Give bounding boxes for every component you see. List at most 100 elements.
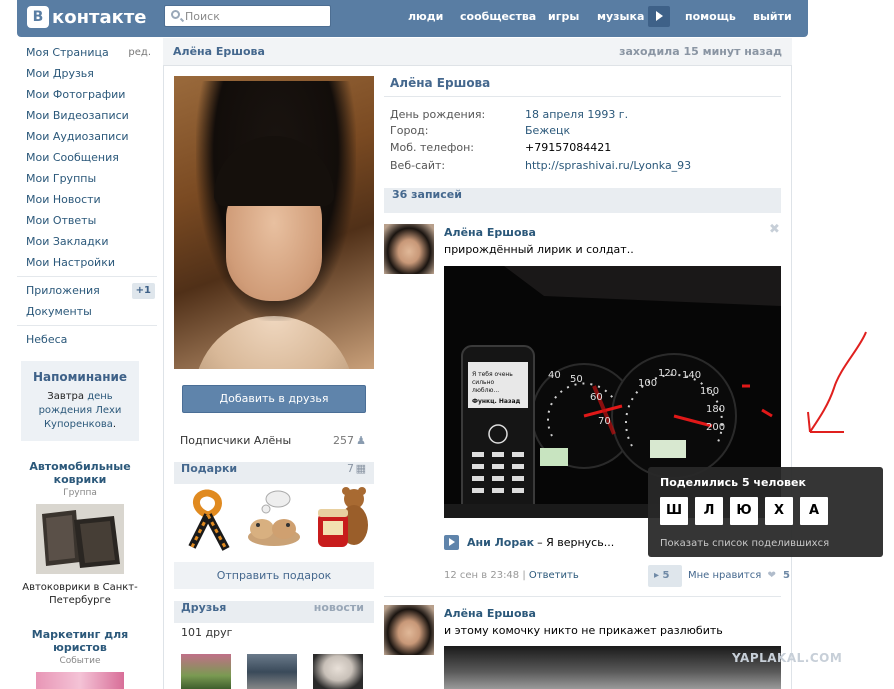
nav-people[interactable]: люди — [408, 10, 443, 23]
friends-label: Друзья — [181, 601, 227, 614]
profile-name: Алёна Ершова — [390, 76, 491, 90]
website-link[interactable]: http://sprashivai.ru/Lyonka_93 — [525, 159, 691, 172]
info-key: Город: — [390, 124, 429, 137]
info-key: Моб. телефон: — [390, 141, 475, 154]
nav-help[interactable]: помощь — [685, 10, 736, 23]
vk-logo[interactable]: B контакте — [27, 4, 146, 30]
gift-kittens[interactable] — [240, 485, 308, 553]
sidebar-item-apps[interactable]: Приложения +1 — [17, 280, 157, 301]
sidebar-item-documents[interactable]: Документы — [17, 301, 157, 322]
sidebar-item-groups[interactable]: Мои Группы — [17, 168, 157, 189]
svg-text:180: 180 — [706, 404, 725, 415]
nav-games[interactable]: игры — [548, 10, 579, 23]
gift-bear-icon — [318, 487, 368, 547]
last-seen: заходила 15 минут назад — [619, 45, 782, 58]
play-icon[interactable] — [444, 534, 459, 550]
like-button[interactable]: Мне нравится ❤ 5 — [688, 570, 790, 581]
search-box[interactable] — [164, 5, 331, 27]
sidebar-item-messages[interactable]: Мои Сообщения — [17, 147, 157, 168]
player-play-icon[interactable] — [648, 6, 670, 27]
svg-text:70: 70 — [598, 416, 611, 427]
close-icon[interactable]: ✖ — [769, 222, 780, 237]
show-sharers-link[interactable]: Показать список поделившихся — [660, 538, 829, 549]
ad-title[interactable]: Маркетинг для юристов — [21, 628, 139, 654]
sidebar-item-settings[interactable]: Мои Настройки — [17, 252, 157, 273]
share-button[interactable]: ▸ 5 — [648, 565, 682, 587]
svg-text:200: 200 — [706, 422, 725, 433]
nav-music[interactable]: музыка — [597, 10, 644, 23]
sidebar-item-friends[interactable]: Мои Друзья — [17, 63, 157, 84]
post-author-avatar[interactable] — [384, 224, 434, 274]
ad-text: Автоковрики в Санкт-Петербурге — [22, 582, 138, 606]
ad-title[interactable]: Автомобильные коврики — [21, 460, 139, 486]
edit-link[interactable]: ред. — [128, 42, 151, 63]
send-gift-button[interactable]: Отправить подарок — [174, 562, 374, 589]
nav-communities[interactable]: сообщества — [460, 10, 536, 23]
birthday-link[interactable]: 18 апреля 1993 г. — [525, 108, 628, 121]
sidebar-item-answers[interactable]: Мои Ответы — [17, 210, 157, 231]
info-value: http://sprashivai.ru/Lyonka_93 — [525, 157, 691, 175]
sharer-avatar[interactable]: Х — [765, 497, 793, 525]
shares-tooltip: Поделились 5 человек Ш Л Ю Х А Показать … — [648, 467, 883, 557]
city-link[interactable]: Бежецк — [525, 124, 570, 137]
followers-row[interactable]: Подписчики Алёны 257 ♟ — [174, 431, 374, 451]
gift-ribbon[interactable] — [178, 485, 238, 553]
sharer-avatar[interactable]: Ю — [730, 497, 758, 525]
friends-header[interactable]: Друзья новости — [174, 601, 374, 623]
ad-image[interactable] — [36, 672, 124, 689]
nav-logout[interactable]: выйти — [753, 10, 792, 23]
svg-text:40: 40 — [548, 370, 561, 381]
post-divider — [384, 596, 781, 597]
gifts-header[interactable]: Подарки 7 ▦ — [174, 462, 374, 484]
friends-news-link[interactable]: новости — [314, 601, 364, 614]
sidebar-item-photos[interactable]: Мои Фотографии — [17, 84, 157, 105]
post-author-avatar[interactable] — [384, 605, 434, 655]
car-mat-image — [36, 504, 124, 574]
post-author-name[interactable]: Алёна Ершова — [444, 607, 536, 620]
post-photo[interactable] — [444, 646, 781, 689]
sidebar-item-sky[interactable]: Небеса — [17, 329, 157, 350]
svg-text:50: 50 — [570, 374, 583, 385]
vk-logo-icon: B — [27, 6, 49, 28]
sidebar-item-audio[interactable]: Мои Аудиозаписи — [17, 126, 157, 147]
audio-attachment[interactable]: Ани Лорак – Я вернусь... — [444, 534, 614, 550]
post-date[interactable]: 12 сен в 23:48 — [444, 570, 519, 581]
gifts-label: Подарки — [181, 462, 238, 475]
ad-car-mats[interactable]: Автомобильные коврики Группа Автоковрики… — [21, 460, 139, 607]
info-value: Бежецк — [525, 122, 570, 140]
post-author-name[interactable]: Алёна Ершова — [444, 226, 536, 239]
sharer-avatar[interactable]: Л — [695, 497, 723, 525]
ad-marketing[interactable]: Маркетинг для юристов Событие — [21, 628, 139, 689]
reminder-text-after: . — [112, 419, 117, 430]
ad-subtitle: Группа — [63, 488, 97, 498]
gift-ribbon-icon — [188, 489, 230, 551]
phone-screen-line: Я тебя очень — [472, 371, 513, 378]
info-phone: Моб. телефон: +79157084421 — [390, 139, 780, 157]
sidebar-item-label: Приложения — [26, 284, 100, 297]
friend-photo[interactable] — [313, 654, 363, 689]
audio-artist[interactable]: Ани Лорак — [467, 536, 534, 549]
add-friend-button[interactable]: Добавить в друзья — [182, 385, 366, 413]
sidebar-item-label: Моя Страница — [26, 46, 109, 59]
profile-avatar[interactable] — [174, 76, 374, 369]
page-header-bar: Алёна Ершова заходила 15 минут назад — [163, 38, 792, 66]
post-text: и этому комочку никто не прикажет разлюб… — [444, 624, 723, 637]
info-value: +79157084421 — [525, 141, 612, 154]
like-count: 5 — [783, 570, 790, 581]
sidebar-item-videos[interactable]: Мои Видеозаписи — [17, 105, 157, 126]
reply-link[interactable]: Ответить — [529, 570, 579, 581]
wall-header[interactable]: 36 записей — [384, 188, 781, 213]
followers-count: 257 — [333, 434, 354, 447]
friend-photo[interactable] — [247, 654, 297, 689]
sidebar-divider — [17, 276, 157, 277]
friend-photo[interactable] — [181, 654, 231, 689]
sharer-avatar[interactable]: А — [800, 497, 828, 525]
sharer-avatar[interactable]: Ш — [660, 497, 688, 525]
friends-count: 101 друг — [181, 626, 233, 639]
ad-image[interactable] — [36, 504, 124, 574]
gift-bear-honey[interactable] — [314, 485, 374, 553]
sidebar-item-news[interactable]: Мои Новости — [17, 189, 157, 210]
sidebar-item-my-page[interactable]: Моя Страница ред. — [17, 42, 157, 63]
sidebar-item-bookmarks[interactable]: Мои Закладки — [17, 231, 157, 252]
search-input[interactable] — [185, 7, 325, 25]
